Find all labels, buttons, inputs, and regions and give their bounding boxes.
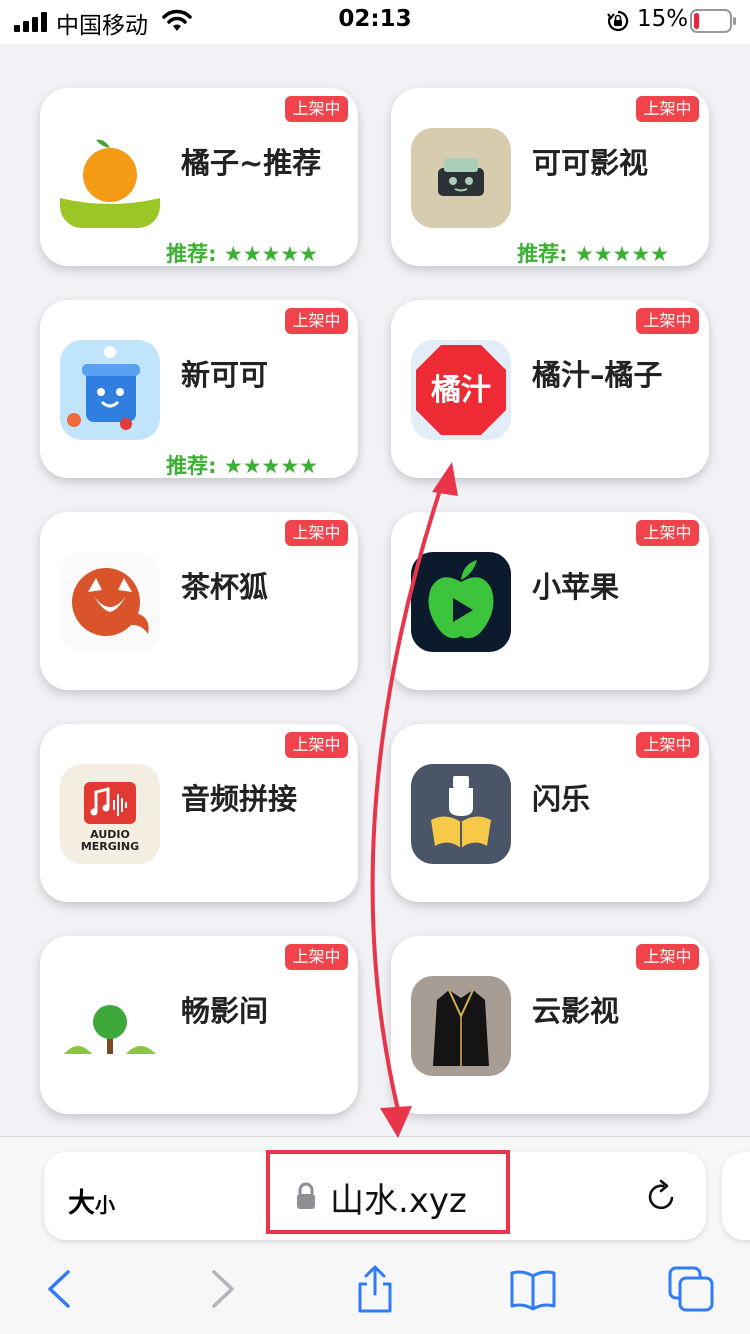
- text-size-big: 大: [68, 1188, 95, 1219]
- back-arrow-icon[interactable]: [36, 1264, 86, 1314]
- rating: 推荐: ★★★★★: [166, 454, 318, 478]
- status-badge: 上架中: [636, 944, 699, 970]
- tree-icon: [60, 976, 160, 1076]
- status-badge: 上架中: [636, 308, 699, 334]
- app-card[interactable]: 上架中 AUDIO MERGING 音频拼接: [40, 724, 358, 902]
- fox-icon: [60, 552, 160, 652]
- rating: 推荐: ★★★★★: [517, 242, 669, 266]
- app-card[interactable]: 上架中 橘汁 橘汁–橘子: [391, 300, 709, 478]
- status-badge: 上架中: [636, 520, 699, 546]
- status-badge: 上架中: [285, 308, 348, 334]
- coat-icon: [411, 976, 511, 1076]
- status-badge: 上架中: [285, 944, 348, 970]
- orange-icon: [60, 128, 160, 228]
- reload-icon[interactable]: [645, 1178, 679, 1214]
- green-apple-play-icon: [411, 552, 511, 652]
- rating: 推荐: ★★★★★: [166, 242, 318, 266]
- status-bar: 中国移动 02:13 15%: [0, 0, 750, 44]
- book-bottle-icon: [411, 764, 511, 864]
- app-name: 音频拼接: [181, 782, 298, 816]
- juzhi-icon-text: 橘汁: [431, 373, 491, 408]
- juzhi-icon: 橘汁: [411, 340, 511, 440]
- app-name: 橘子~推荐: [181, 146, 322, 180]
- bookmarks-icon[interactable]: [508, 1264, 558, 1314]
- app-name: 新可可: [181, 358, 269, 392]
- next-tab-preview[interactable]: [722, 1152, 750, 1240]
- app-card[interactable]: 上架中 畅影间: [40, 936, 358, 1114]
- app-card[interactable]: 上架中 新可可 推荐: ★★★★★: [40, 300, 358, 478]
- text-size-button[interactable]: 大小: [68, 1181, 115, 1220]
- text-size-small: 小: [95, 1193, 115, 1217]
- status-badge: 上架中: [285, 520, 348, 546]
- app-card[interactable]: 上架中 小苹果: [391, 512, 709, 690]
- app-name: 云影视: [532, 994, 620, 1028]
- app-name: 可可影视: [532, 146, 649, 180]
- app-name: 畅影间: [181, 994, 269, 1028]
- cooler-box-icon: [60, 340, 160, 440]
- app-card[interactable]: 上架中 橘子~推荐 推荐: ★★★★★: [40, 88, 358, 266]
- app-card[interactable]: 上架中 可可影视 推荐: ★★★★★: [391, 88, 709, 266]
- app-name: 橘汁–橘子: [532, 358, 663, 392]
- app-name: 闪乐: [532, 782, 591, 816]
- status-badge: 上架中: [285, 732, 348, 758]
- tabs-icon[interactable]: [666, 1264, 716, 1314]
- app-name: 茶杯狐: [181, 570, 269, 604]
- battery-percent: 15%: [637, 6, 689, 32]
- status-badge: 上架中: [285, 96, 348, 122]
- annotation-highlight-box: [266, 1150, 510, 1234]
- audio-merging-icon: AUDIO MERGING: [60, 764, 160, 864]
- app-card[interactable]: 上架中 闪乐: [391, 724, 709, 902]
- orientation-lock-icon: [607, 10, 629, 32]
- forward-arrow-icon[interactable]: [196, 1264, 246, 1314]
- status-badge: 上架中: [636, 732, 699, 758]
- app-name: 小苹果: [532, 570, 620, 604]
- audio-icon-text-2: MERGING: [81, 840, 139, 853]
- share-icon[interactable]: [350, 1264, 400, 1314]
- status-badge: 上架中: [636, 96, 699, 122]
- keke-tv-icon: [411, 128, 511, 228]
- app-card[interactable]: 上架中 云影视: [391, 936, 709, 1114]
- battery-icon: [690, 9, 736, 33]
- app-card[interactable]: 上架中 茶杯狐: [40, 512, 358, 690]
